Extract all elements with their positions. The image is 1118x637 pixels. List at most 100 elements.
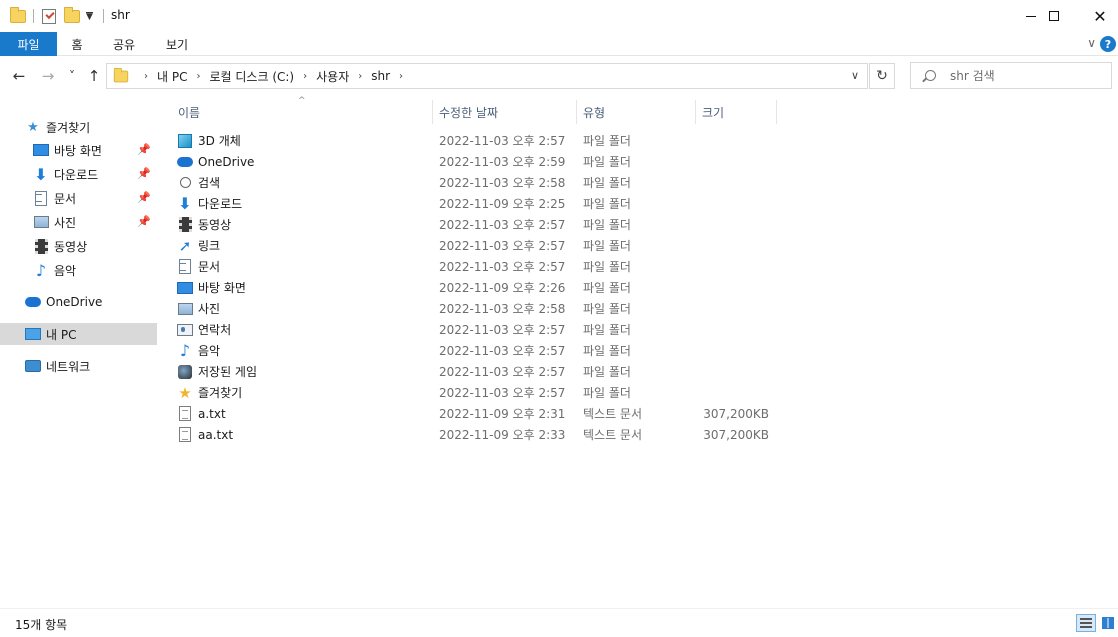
- pin-icon[interactable]: 📌: [137, 167, 151, 180]
- list-item[interactable]: 3D 개체 2022-11-03 오후 2:57 파일 폴더: [177, 130, 777, 151]
- sidebar-item-label: 네트워크: [46, 359, 91, 374]
- chevron-down-icon: ▼: [86, 11, 93, 22]
- column-header-date[interactable]: 수정한 날짜: [433, 100, 577, 124]
- list-item[interactable]: 사진 2022-11-03 오후 2:58 파일 폴더: [177, 298, 777, 319]
- list-item[interactable]: a.txt 2022-11-09 오후 2:31 텍스트 문서 307,200K…: [177, 403, 777, 424]
- file-date: 2022-11-03 오후 2:57: [439, 386, 566, 400]
- chevron-right-icon[interactable]: ›: [303, 71, 307, 82]
- pin-icon[interactable]: 📌: [137, 191, 151, 204]
- file-type: 파일 폴더: [583, 155, 631, 169]
- file-size: [655, 319, 769, 340]
- refresh-icon: ↻: [876, 68, 888, 84]
- help-icon[interactable]: ?: [1100, 36, 1116, 52]
- file-name: 다운로드: [198, 197, 243, 211]
- list-item[interactable]: OneDrive 2022-11-03 오후 2:59 파일 폴더: [177, 151, 777, 172]
- list-item[interactable]: aa.txt 2022-11-09 오후 2:33 텍스트 문서 307,200…: [177, 424, 777, 445]
- download-icon: ⬇: [178, 194, 192, 213]
- document-icon: [35, 190, 47, 206]
- large-icons-view-button[interactable]: [1098, 614, 1118, 632]
- breadcrumb-users[interactable]: 사용자: [316, 68, 349, 85]
- details-view-button[interactable]: [1076, 614, 1096, 632]
- column-header-name[interactable]: 이름: [172, 100, 433, 124]
- forward-button[interactable]: →: [39, 66, 57, 86]
- sidebar-item-pictures[interactable]: 사진 📌: [33, 211, 157, 233]
- file-size: [655, 382, 769, 403]
- file-size: [655, 151, 769, 172]
- list-item[interactable]: ➚ 링크 2022-11-03 오후 2:57 파일 폴더: [177, 235, 777, 256]
- sidebar-item-videos[interactable]: 동영상: [33, 235, 157, 257]
- sidebar-item-downloads[interactable]: ⬇ 다운로드 📌: [33, 163, 157, 185]
- file-name: 사진: [198, 302, 221, 316]
- sidebar-item-this-pc[interactable]: 내 PC: [0, 323, 157, 345]
- chevron-right-icon[interactable]: ›: [399, 71, 403, 82]
- sidebar-item-documents[interactable]: 문서 📌: [33, 187, 157, 209]
- sidebar-item-network[interactable]: 네트워크: [25, 355, 155, 377]
- picture-icon: [33, 216, 49, 228]
- list-item[interactable]: 검색 2022-11-03 오후 2:58 파일 폴더: [177, 172, 777, 193]
- properties-quick-button[interactable]: [42, 7, 56, 25]
- close-button[interactable]: ✕: [1077, 0, 1118, 32]
- list-item[interactable]: ♪ 음악 2022-11-03 오후 2:57 파일 폴더: [177, 340, 777, 361]
- file-name: 동영상: [198, 218, 232, 232]
- search-input[interactable]: [950, 68, 1110, 83]
- sidebar-item-onedrive[interactable]: OneDrive: [25, 291, 155, 313]
- file-date: 2022-11-03 오후 2:57: [439, 344, 566, 358]
- maximize-button[interactable]: [1031, 0, 1077, 32]
- list-item[interactable]: 문서 2022-11-03 오후 2:57 파일 폴더: [177, 256, 777, 277]
- chevron-right-icon[interactable]: ›: [144, 71, 148, 82]
- file-type: 파일 폴더: [583, 239, 631, 253]
- chevron-right-icon[interactable]: ›: [196, 71, 200, 82]
- address-bar[interactable]: › 내 PC › 로컬 디스크 (C:) › 사용자 › shr › ∨: [106, 63, 868, 89]
- file-size: 307,200KB: [703, 427, 769, 442]
- tab-share[interactable]: 공유: [102, 32, 146, 56]
- file-date: 2022-11-03 오후 2:57: [439, 260, 566, 274]
- file-name: aa.txt: [198, 427, 234, 442]
- tab-view[interactable]: 보기: [154, 32, 200, 56]
- sidebar-item-label: 다운로드: [54, 167, 99, 182]
- sidebar-item-label: 바탕 화면: [54, 143, 102, 158]
- properties-icon: [42, 8, 56, 24]
- breadcrumb-this-pc[interactable]: 내 PC: [157, 68, 187, 85]
- sidebar-item-quick-access[interactable]: ★ 즐겨찾기: [25, 116, 155, 138]
- column-header-type[interactable]: 유형: [577, 100, 696, 124]
- address-dropdown-icon[interactable]: ∨: [851, 69, 859, 82]
- sidebar-item-desktop[interactable]: 바탕 화면 📌: [33, 139, 157, 161]
- up-button[interactable]: ↑: [85, 66, 103, 86]
- list-item[interactable]: 바탕 화면 2022-11-09 오후 2:26 파일 폴더: [177, 277, 777, 298]
- expand-ribbon-icon[interactable]: ∨: [1087, 36, 1096, 50]
- file-date: 2022-11-03 오후 2:57: [439, 134, 566, 148]
- back-button[interactable]: ←: [10, 66, 28, 86]
- chevron-right-icon[interactable]: ›: [358, 71, 362, 82]
- text-file-icon: [179, 427, 191, 442]
- file-type: 파일 폴더: [583, 302, 631, 316]
- breadcrumb-shr[interactable]: shr: [371, 69, 390, 83]
- tab-home[interactable]: 홈: [58, 32, 96, 56]
- pin-icon[interactable]: 📌: [137, 143, 151, 156]
- tab-file[interactable]: 파일: [0, 32, 57, 56]
- sidebar-item-label: 내 PC: [46, 327, 77, 342]
- list-item[interactable]: 저장된 게임 2022-11-03 오후 2:57 파일 폴더: [177, 361, 777, 382]
- file-name: 검색: [198, 176, 221, 190]
- new-folder-quick-button[interactable]: [64, 6, 80, 25]
- pin-icon[interactable]: 📌: [137, 215, 151, 228]
- sidebar-item-label: 사진: [54, 215, 77, 230]
- list-item[interactable]: 동영상 2022-11-03 오후 2:57 파일 폴더: [177, 214, 777, 235]
- file-type: 파일 폴더: [583, 134, 631, 148]
- search-box[interactable]: [910, 62, 1112, 89]
- file-name: 3D 개체: [198, 134, 241, 148]
- list-item[interactable]: ★ 즐겨찾기 2022-11-03 오후 2:57 파일 폴더: [177, 382, 777, 403]
- file-type: 텍스트 문서: [583, 407, 643, 421]
- details-view-icon: [1080, 618, 1092, 628]
- breadcrumb-local-disk[interactable]: 로컬 디스크 (C:): [209, 68, 294, 85]
- file-type: 파일 폴더: [583, 197, 631, 211]
- customize-quick-access-button[interactable]: ▼: [86, 7, 93, 25]
- file-date: 2022-11-03 오후 2:57: [439, 365, 566, 379]
- column-header-size[interactable]: 크기: [696, 100, 777, 124]
- file-type: 파일 폴더: [583, 386, 631, 400]
- list-item[interactable]: ⬇ 다운로드 2022-11-09 오후 2:25 파일 폴더: [177, 193, 777, 214]
- refresh-button[interactable]: ↻: [869, 63, 895, 89]
- recent-locations-button[interactable]: ˅: [63, 66, 81, 86]
- sidebar-item-music[interactable]: ♪ 음악: [33, 259, 157, 281]
- text-file-icon: [179, 406, 191, 421]
- list-item[interactable]: 연락처 2022-11-03 오후 2:57 파일 폴더: [177, 319, 777, 340]
